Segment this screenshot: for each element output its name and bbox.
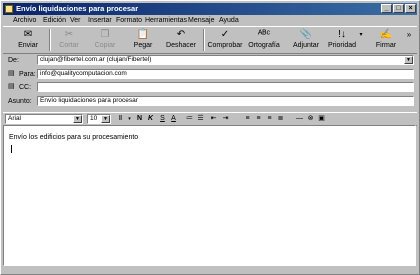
undo-button[interactable]: ↶ Deshacer [163, 28, 199, 52]
menu-insertar[interactable]: Insertar [88, 17, 112, 24]
send-label: Enviar [18, 42, 38, 49]
subject-field[interactable]: Envío liquidaciones para procesar [37, 96, 414, 106]
undo-icon: ↶ [176, 29, 186, 40]
paperclip-icon: 📎 [299, 29, 313, 40]
sign-label: Firmar [375, 42, 397, 49]
italic-icon[interactable]: K [146, 114, 155, 124]
from-row: De: clujan@fibertel.com.ar (clujan/Fiber… [3, 55, 417, 66]
chevron-down-icon[interactable]: ▼ [404, 56, 413, 64]
undo-label: Deshacer [166, 42, 196, 49]
numbered-list-icon[interactable]: ≔ [185, 114, 194, 124]
size-dropdown-arrow-icon[interactable]: ▼ [101, 115, 110, 123]
menu-edicion[interactable]: Edición [43, 17, 66, 24]
attach-label: Adjuntar [292, 42, 320, 49]
to-row: ▤ Para: info@qualitycomputacion.com [3, 69, 417, 80]
copy-icon: ❐ [100, 29, 110, 40]
paste-button[interactable]: 📋 Pegar [129, 28, 157, 52]
check-names-icon: ✓ [220, 29, 230, 40]
font-dropdown-arrow-icon[interactable]: ▼ [73, 115, 82, 123]
priority-button[interactable]: !↓ Prioridad [325, 28, 359, 52]
close-button[interactable]: × [405, 4, 416, 13]
underline-icon[interactable]: S [158, 114, 167, 124]
message-window: Envío liquidaciones para procesar _ □ × … [0, 0, 420, 275]
copy-label: Copiar [94, 42, 116, 49]
insert-image-icon[interactable]: ▣ [317, 114, 326, 124]
bold-icon[interactable]: N [135, 114, 144, 124]
menu-mensaje[interactable]: Mensaje [188, 17, 214, 24]
dropdown-arrow-icon: ▾ [359, 32, 363, 38]
from-label: De: [8, 57, 19, 64]
align-center-icon[interactable]: ≡ [254, 114, 263, 124]
cc-label: CC: [19, 84, 32, 91]
paste-label: Pegar [133, 42, 153, 49]
menu-bar: Archivo Edición Ver Insertar Formato Her… [3, 16, 417, 26]
formatting-toolbar: Arial ▼ 10 ▼ Ⅱ ▾ N K S A ≔ ☰ ⇤ ⇥ ≡ ≡ ≡ ≣… [3, 112, 417, 126]
cut-label: Cortar [59, 42, 79, 49]
chevron-right-icon: » [406, 30, 412, 39]
menu-ver[interactable]: Ver [70, 17, 81, 24]
status-bar [3, 267, 417, 273]
sign-button[interactable]: ✍ Firmar [373, 28, 399, 52]
justify-icon[interactable]: ≣ [276, 114, 285, 124]
scissors-icon: ✂ [64, 29, 74, 40]
copy-button[interactable]: ❐ Copiar [91, 28, 119, 52]
to-label: Para: [19, 71, 36, 78]
envelope-icon [5, 5, 13, 13]
window-title: Envío liquidaciones para procesar [16, 4, 139, 13]
bullet-list-icon[interactable]: ☰ [196, 114, 205, 124]
align-right-icon[interactable]: ≡ [265, 114, 274, 124]
toolbar-separator [203, 29, 205, 51]
style-dropdown-icon[interactable]: ▾ [125, 114, 134, 124]
paragraph-style-icon[interactable]: Ⅱ [116, 114, 125, 124]
text-caret [11, 145, 12, 153]
priority-dropdown[interactable]: ▾ [358, 28, 364, 52]
from-select[interactable]: clujan@fibertel.com.ar (clujan/Fibertel) [37, 55, 414, 65]
subject-row: Asunto: Envío liquidaciones para procesa… [3, 96, 417, 107]
to-field[interactable]: info@qualitycomputacion.com [37, 69, 414, 79]
address-book-icon[interactable]: ▤ [8, 70, 17, 78]
link-icon[interactable]: ⊗ [306, 114, 315, 124]
cc-row: ▤ CC: [3, 82, 417, 93]
priority-icon: !↓ [338, 29, 346, 40]
font-select[interactable]: Arial [5, 114, 83, 124]
menu-ayuda[interactable]: Ayuda [219, 17, 239, 24]
attach-button[interactable]: 📎 Adjuntar [289, 28, 323, 52]
maximize-button[interactable]: □ [393, 4, 404, 13]
priority-label: Prioridad [327, 42, 356, 49]
decrease-indent-icon[interactable]: ⇤ [209, 114, 218, 124]
spelling-label: Ortografía [248, 42, 280, 49]
minimize-button[interactable]: _ [381, 4, 392, 13]
message-text: Envío los edificios para su procesamient… [9, 134, 139, 141]
toolbar-separator [49, 29, 51, 51]
menu-herramientas[interactable]: Herramientas [145, 17, 187, 24]
spelling-button[interactable]: ᴬᴮᶜ Ortografía [245, 28, 283, 52]
title-bar[interactable]: Envío liquidaciones para procesar _ □ × [3, 3, 417, 15]
cc-field[interactable] [37, 82, 414, 92]
font-color-icon[interactable]: A [169, 114, 178, 124]
message-body[interactable]: Envío los edificios para su procesamient… [3, 125, 416, 266]
cut-button[interactable]: ✂ Cortar [55, 28, 83, 52]
toolbar: ✉ Enviar ✂ Cortar ❐ Copiar 📋 Pegar ↶ Des… [3, 26, 417, 54]
menu-formato[interactable]: Formato [116, 17, 142, 24]
spelling-icon: ᴬᴮᶜ [257, 29, 271, 40]
check-names-label: Comprobar [207, 42, 243, 49]
subject-label: Asunto: [8, 98, 32, 105]
toolbar-overflow-button[interactable]: » [405, 28, 413, 52]
clipboard-icon: 📋 [136, 29, 150, 40]
check-names-button[interactable]: ✓ Comprobar [206, 28, 244, 52]
address-book-icon[interactable]: ▤ [8, 83, 17, 91]
send-icon: ✉ [23, 29, 33, 40]
sign-icon: ✍ [379, 29, 393, 40]
horizontal-line-icon[interactable]: — [295, 114, 304, 124]
send-button[interactable]: ✉ Enviar [11, 28, 45, 52]
menu-archivo[interactable]: Archivo [13, 17, 36, 24]
align-left-icon[interactable]: ≡ [243, 114, 252, 124]
increase-indent-icon[interactable]: ⇥ [221, 114, 230, 124]
